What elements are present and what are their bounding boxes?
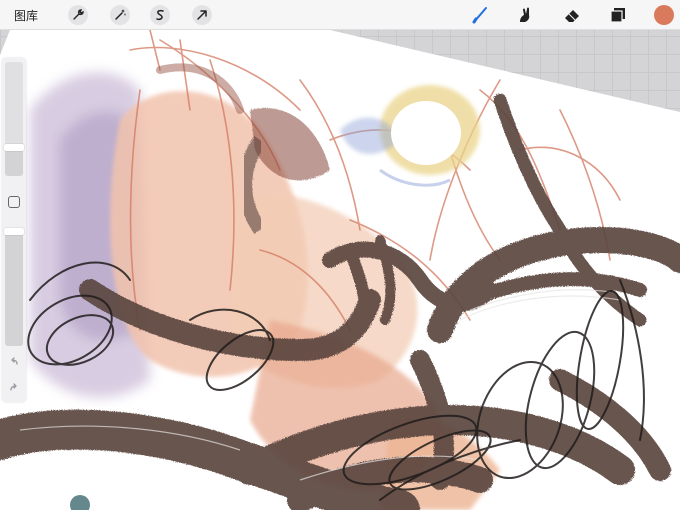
brush-size-handle[interactable] [4,144,24,151]
opacity-slider[interactable] [4,228,24,346]
opacity-handle[interactable] [4,228,24,235]
smudge-icon[interactable] [515,5,535,25]
brush-size-slider[interactable] [4,62,24,176]
brush-size-fill [5,147,23,176]
layers-icon[interactable] [608,5,628,25]
eraser-icon[interactable] [562,5,582,25]
redo-arrow-icon[interactable] [7,380,21,394]
drawing-canvas[interactable] [0,0,680,510]
gallery-button[interactable]: 图库 [14,7,38,24]
undo-arrow-icon[interactable] [7,354,21,368]
top-toolbar: 图库 [0,0,680,30]
transform-arrow-icon[interactable] [192,5,212,25]
brush-icon[interactable] [470,5,490,25]
selection-s-icon[interactable] [150,5,170,25]
actions-wrench-icon[interactable] [68,5,88,25]
current-color-swatch[interactable] [654,5,674,25]
opacity-fill [5,228,23,346]
left-sidebar [2,58,26,402]
square-modify-icon[interactable] [8,196,20,208]
adjustments-wand-icon[interactable] [110,5,130,25]
